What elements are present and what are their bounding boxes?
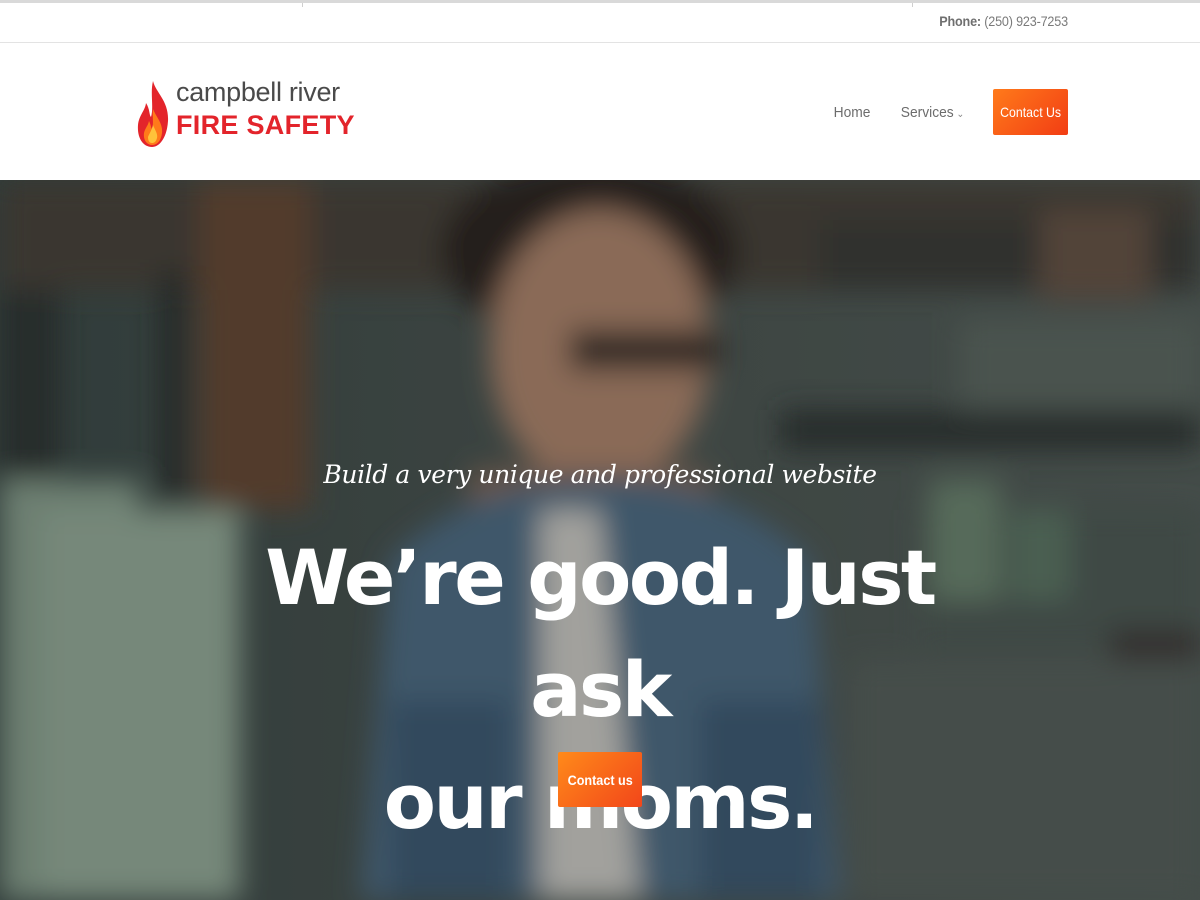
flame-icon (137, 81, 169, 147)
phone-info[interactable]: Phone: (250) 923-7253 (939, 13, 1068, 29)
nav-item-label: Services (900, 103, 954, 121)
phone-label: Phone: (939, 13, 982, 29)
hero-headline-line: We’re good. Just ask (265, 533, 937, 734)
top-bar: Phone: (250) 923-7253 (0, 0, 1200, 43)
logo-text-fire-safety: FIRE SAFETY (176, 110, 355, 140)
nav-item-home[interactable]: Home (834, 104, 871, 121)
hero-tagline: Build a very unique and professional web… (323, 460, 877, 489)
hero-headline: We’re good. Just ask our moms. (250, 522, 950, 858)
chevron-down-icon: ⌄ (956, 108, 965, 120)
nav-item-services[interactable]: Services ⌄ (901, 104, 964, 121)
contact-us-button-label: Contact Us (1000, 104, 1061, 120)
main-nav: Home Services ⌄ Contact Us (832, 89, 1068, 135)
site-logo[interactable]: campbell river FIRE SAFETY (136, 77, 355, 151)
logo-text-campbell-river: campbell river (176, 77, 340, 107)
phone-number[interactable]: (250) 923-7253 (984, 13, 1068, 29)
hero-contact-button[interactable]: Contact us (558, 752, 642, 807)
divider (912, 3, 913, 7)
site-header: campbell river FIRE SAFETY Home Services… (0, 43, 1200, 180)
contact-us-button[interactable]: Contact Us (993, 89, 1068, 135)
hero-section: Build a very unique and professional web… (0, 180, 1200, 900)
hero-contact-button-label: Contact us (567, 771, 633, 788)
nav-item-label: Home (833, 103, 871, 121)
divider (302, 3, 303, 7)
